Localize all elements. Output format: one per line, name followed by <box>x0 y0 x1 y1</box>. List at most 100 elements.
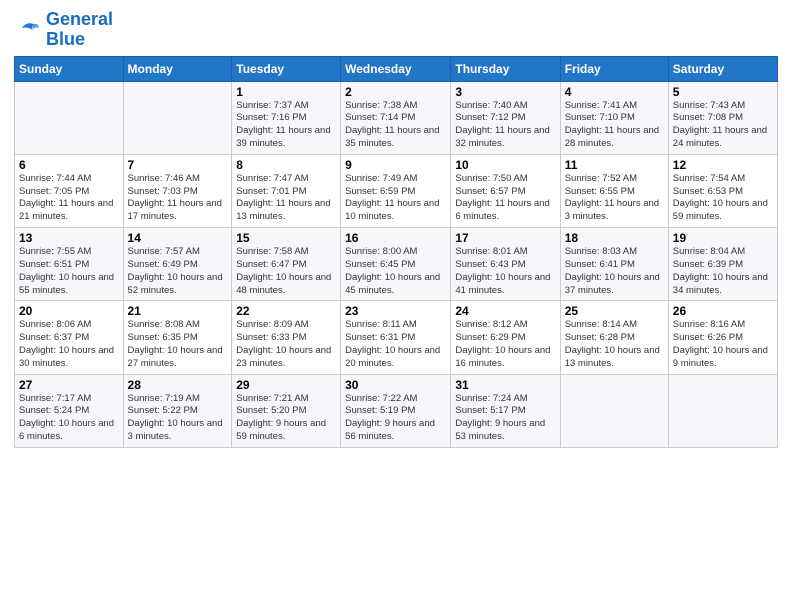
calendar-cell: 8Sunrise: 7:47 AM Sunset: 7:01 PM Daylig… <box>232 154 341 227</box>
day-info: Sunrise: 7:40 AM Sunset: 7:12 PM Dayligh… <box>455 100 555 151</box>
calendar-cell: 13Sunrise: 7:55 AM Sunset: 6:51 PM Dayli… <box>15 228 124 301</box>
day-info: Sunrise: 7:17 AM Sunset: 5:24 PM Dayligh… <box>19 393 119 444</box>
calendar-cell: 9Sunrise: 7:49 AM Sunset: 6:59 PM Daylig… <box>341 154 451 227</box>
calendar-cell: 23Sunrise: 8:11 AM Sunset: 6:31 PM Dayli… <box>341 301 451 374</box>
day-number: 24 <box>455 304 555 318</box>
calendar-cell: 31Sunrise: 7:24 AM Sunset: 5:17 PM Dayli… <box>451 374 560 447</box>
header-day: Wednesday <box>341 56 451 81</box>
day-number: 29 <box>236 378 336 392</box>
day-number: 10 <box>455 158 555 172</box>
day-info: Sunrise: 8:11 AM Sunset: 6:31 PM Dayligh… <box>345 319 446 370</box>
header-day: Sunday <box>15 56 124 81</box>
day-info: Sunrise: 8:06 AM Sunset: 6:37 PM Dayligh… <box>19 319 119 370</box>
calendar-cell: 20Sunrise: 8:06 AM Sunset: 6:37 PM Dayli… <box>15 301 124 374</box>
day-info: Sunrise: 7:49 AM Sunset: 6:59 PM Dayligh… <box>345 173 446 224</box>
header-day: Thursday <box>451 56 560 81</box>
day-info: Sunrise: 7:41 AM Sunset: 7:10 PM Dayligh… <box>565 100 664 151</box>
day-number: 21 <box>128 304 228 318</box>
day-info: Sunrise: 8:03 AM Sunset: 6:41 PM Dayligh… <box>565 246 664 297</box>
calendar-cell: 10Sunrise: 7:50 AM Sunset: 6:57 PM Dayli… <box>451 154 560 227</box>
day-number: 1 <box>236 85 336 99</box>
logo-icon <box>14 19 42 41</box>
day-info: Sunrise: 8:04 AM Sunset: 6:39 PM Dayligh… <box>673 246 773 297</box>
calendar-cell: 29Sunrise: 7:21 AM Sunset: 5:20 PM Dayli… <box>232 374 341 447</box>
calendar-cell: 6Sunrise: 7:44 AM Sunset: 7:05 PM Daylig… <box>15 154 124 227</box>
calendar-table: SundayMondayTuesdayWednesdayThursdayFrid… <box>14 56 778 448</box>
calendar-cell: 28Sunrise: 7:19 AM Sunset: 5:22 PM Dayli… <box>123 374 232 447</box>
day-number: 22 <box>236 304 336 318</box>
calendar-cell: 22Sunrise: 8:09 AM Sunset: 6:33 PM Dayli… <box>232 301 341 374</box>
day-number: 6 <box>19 158 119 172</box>
day-info: Sunrise: 7:37 AM Sunset: 7:16 PM Dayligh… <box>236 100 336 151</box>
calendar-cell: 17Sunrise: 8:01 AM Sunset: 6:43 PM Dayli… <box>451 228 560 301</box>
calendar-cell: 1Sunrise: 7:37 AM Sunset: 7:16 PM Daylig… <box>232 81 341 154</box>
calendar-cell: 14Sunrise: 7:57 AM Sunset: 6:49 PM Dayli… <box>123 228 232 301</box>
calendar-cell: 15Sunrise: 7:58 AM Sunset: 6:47 PM Dayli… <box>232 228 341 301</box>
day-info: Sunrise: 7:55 AM Sunset: 6:51 PM Dayligh… <box>19 246 119 297</box>
day-number: 28 <box>128 378 228 392</box>
logo-text-line1: General <box>46 10 113 30</box>
calendar-cell <box>668 374 777 447</box>
day-info: Sunrise: 7:43 AM Sunset: 7:08 PM Dayligh… <box>673 100 773 151</box>
day-info: Sunrise: 7:22 AM Sunset: 5:19 PM Dayligh… <box>345 393 446 444</box>
day-number: 4 <box>565 85 664 99</box>
day-info: Sunrise: 8:16 AM Sunset: 6:26 PM Dayligh… <box>673 319 773 370</box>
day-info: Sunrise: 7:21 AM Sunset: 5:20 PM Dayligh… <box>236 393 336 444</box>
day-number: 9 <box>345 158 446 172</box>
day-number: 8 <box>236 158 336 172</box>
day-info: Sunrise: 8:12 AM Sunset: 6:29 PM Dayligh… <box>455 319 555 370</box>
logo: General Blue <box>14 10 113 50</box>
calendar-cell: 21Sunrise: 8:08 AM Sunset: 6:35 PM Dayli… <box>123 301 232 374</box>
day-number: 11 <box>565 158 664 172</box>
logo-text-line2: Blue <box>46 30 113 50</box>
calendar-cell <box>15 81 124 154</box>
day-number: 2 <box>345 85 446 99</box>
day-number: 31 <box>455 378 555 392</box>
calendar-cell: 11Sunrise: 7:52 AM Sunset: 6:55 PM Dayli… <box>560 154 668 227</box>
day-info: Sunrise: 8:14 AM Sunset: 6:28 PM Dayligh… <box>565 319 664 370</box>
calendar-cell: 12Sunrise: 7:54 AM Sunset: 6:53 PM Dayli… <box>668 154 777 227</box>
day-number: 19 <box>673 231 773 245</box>
calendar-cell: 30Sunrise: 7:22 AM Sunset: 5:19 PM Dayli… <box>341 374 451 447</box>
calendar-cell: 5Sunrise: 7:43 AM Sunset: 7:08 PM Daylig… <box>668 81 777 154</box>
day-number: 18 <box>565 231 664 245</box>
day-info: Sunrise: 7:50 AM Sunset: 6:57 PM Dayligh… <box>455 173 555 224</box>
day-number: 25 <box>565 304 664 318</box>
day-info: Sunrise: 8:09 AM Sunset: 6:33 PM Dayligh… <box>236 319 336 370</box>
day-info: Sunrise: 8:00 AM Sunset: 6:45 PM Dayligh… <box>345 246 446 297</box>
calendar-cell: 27Sunrise: 7:17 AM Sunset: 5:24 PM Dayli… <box>15 374 124 447</box>
calendar-cell: 18Sunrise: 8:03 AM Sunset: 6:41 PM Dayli… <box>560 228 668 301</box>
day-info: Sunrise: 7:46 AM Sunset: 7:03 PM Dayligh… <box>128 173 228 224</box>
header-day: Saturday <box>668 56 777 81</box>
page-header: General Blue <box>14 10 778 50</box>
calendar-cell: 7Sunrise: 7:46 AM Sunset: 7:03 PM Daylig… <box>123 154 232 227</box>
day-number: 17 <box>455 231 555 245</box>
header-day: Friday <box>560 56 668 81</box>
day-info: Sunrise: 7:54 AM Sunset: 6:53 PM Dayligh… <box>673 173 773 224</box>
day-number: 23 <box>345 304 446 318</box>
day-number: 20 <box>19 304 119 318</box>
day-info: Sunrise: 8:08 AM Sunset: 6:35 PM Dayligh… <box>128 319 228 370</box>
calendar-cell: 26Sunrise: 8:16 AM Sunset: 6:26 PM Dayli… <box>668 301 777 374</box>
day-info: Sunrise: 7:44 AM Sunset: 7:05 PM Dayligh… <box>19 173 119 224</box>
calendar-header: SundayMondayTuesdayWednesdayThursdayFrid… <box>15 56 778 81</box>
day-info: Sunrise: 7:38 AM Sunset: 7:14 PM Dayligh… <box>345 100 446 151</box>
calendar-cell: 24Sunrise: 8:12 AM Sunset: 6:29 PM Dayli… <box>451 301 560 374</box>
calendar-cell: 3Sunrise: 7:40 AM Sunset: 7:12 PM Daylig… <box>451 81 560 154</box>
day-info: Sunrise: 8:01 AM Sunset: 6:43 PM Dayligh… <box>455 246 555 297</box>
day-info: Sunrise: 7:57 AM Sunset: 6:49 PM Dayligh… <box>128 246 228 297</box>
day-number: 12 <box>673 158 773 172</box>
calendar-cell: 19Sunrise: 8:04 AM Sunset: 6:39 PM Dayli… <box>668 228 777 301</box>
day-number: 16 <box>345 231 446 245</box>
calendar-cell <box>560 374 668 447</box>
day-number: 7 <box>128 158 228 172</box>
day-number: 27 <box>19 378 119 392</box>
calendar-cell: 4Sunrise: 7:41 AM Sunset: 7:10 PM Daylig… <box>560 81 668 154</box>
day-info: Sunrise: 7:58 AM Sunset: 6:47 PM Dayligh… <box>236 246 336 297</box>
calendar-cell: 25Sunrise: 8:14 AM Sunset: 6:28 PM Dayli… <box>560 301 668 374</box>
day-info: Sunrise: 7:52 AM Sunset: 6:55 PM Dayligh… <box>565 173 664 224</box>
calendar-cell: 2Sunrise: 7:38 AM Sunset: 7:14 PM Daylig… <box>341 81 451 154</box>
day-info: Sunrise: 7:47 AM Sunset: 7:01 PM Dayligh… <box>236 173 336 224</box>
header-day: Monday <box>123 56 232 81</box>
day-number: 14 <box>128 231 228 245</box>
